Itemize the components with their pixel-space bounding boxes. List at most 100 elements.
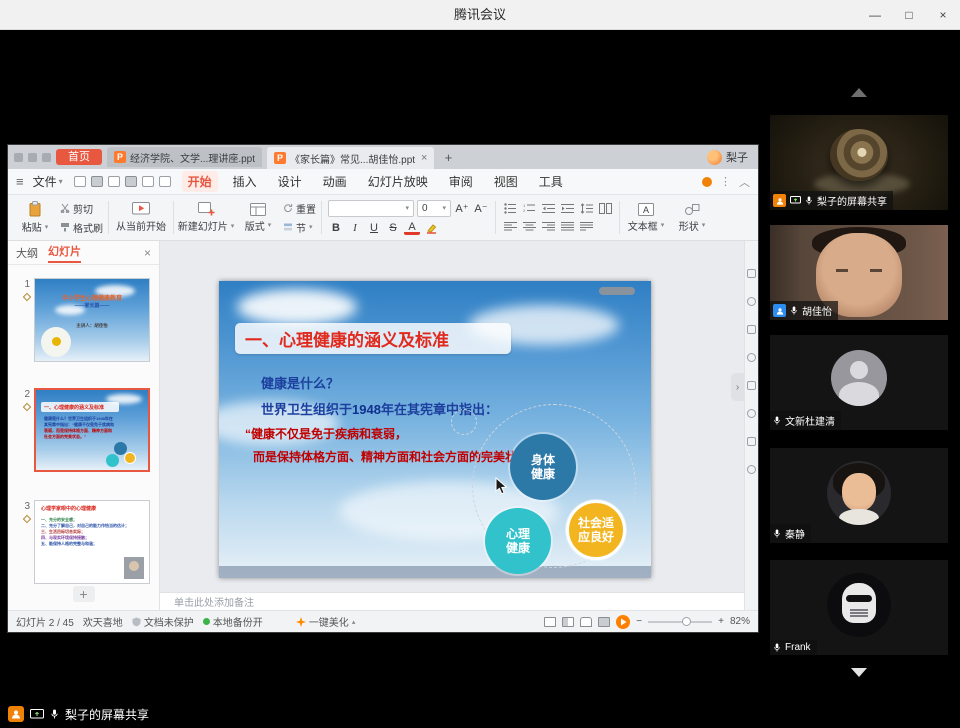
new-slide-button[interactable]: 新建幻灯片▾ — [177, 197, 235, 238]
image-pane-icon[interactable] — [747, 437, 756, 446]
doc-tab-1[interactable]: P 经济学院、文学...理讲座.ppt — [107, 147, 262, 167]
slide-thumbnail-2[interactable]: 2 一、心理健康的涵义及标准 健康是什么？世界卫生组织于1948年在 其宪章中指… — [14, 388, 150, 472]
wps-quick-icon[interactable] — [14, 153, 23, 162]
print-icon[interactable] — [108, 176, 120, 187]
preview-icon[interactable] — [125, 176, 137, 187]
zoom-in-button[interactable]: + — [718, 616, 724, 627]
notes-bar[interactable]: 单击此处添加备注 — [160, 592, 744, 610]
maximize-button[interactable]: □ — [892, 0, 926, 30]
zoom-out-button[interactable]: − — [636, 616, 642, 627]
tab-animation[interactable]: 动画 — [317, 171, 353, 192]
open-icon[interactable] — [74, 176, 86, 187]
reset-button[interactable]: 重置 — [283, 201, 316, 216]
textbox-button[interactable]: A 文本框▾ — [623, 197, 669, 238]
columns-icon[interactable] — [597, 202, 613, 216]
protection-status[interactable]: 文档未保护 — [132, 614, 194, 629]
font-color-button[interactable]: A — [404, 221, 420, 235]
help-icon[interactable] — [747, 465, 756, 474]
more-icon[interactable]: ⋮ — [720, 175, 731, 188]
tab-tools[interactable]: 工具 — [533, 171, 569, 192]
backup-status[interactable]: 本地备份开 — [203, 614, 263, 629]
wps-quick-icon[interactable] — [28, 153, 37, 162]
zoom-level[interactable]: 82% — [730, 616, 750, 627]
play-from-current-button[interactable]: 从当前开始 — [112, 197, 170, 238]
theme-name[interactable]: 欢天喜地 — [83, 614, 123, 629]
slide-thumbnail-3[interactable]: 3 心理学家眼中的心理健康 一、充分的安全感； 二、充分了解自己，对自己的能力作… — [14, 500, 150, 584]
decrease-font-button[interactable]: A⁻ — [473, 201, 489, 216]
highlight-button[interactable] — [423, 221, 439, 236]
tab-view[interactable]: 视图 — [488, 171, 524, 192]
slide-thumbnail-1[interactable]: 1 中小学生心理健康教育 ——家长篇—— 主讲人：胡佳怡 — [14, 278, 150, 362]
font-name-combobox[interactable]: ▾ — [328, 200, 414, 217]
undo-icon[interactable] — [142, 176, 154, 187]
participant-tile-trooper[interactable]: Frank — [770, 560, 948, 655]
tab-home[interactable]: 开始 — [182, 171, 218, 192]
slide-sorter-icon[interactable] — [562, 617, 574, 627]
shapes-button[interactable]: 形状▾ — [669, 197, 715, 238]
collapse-panel-toggle[interactable]: › — [731, 373, 744, 401]
underline-button[interactable]: U — [366, 221, 382, 236]
tab-design[interactable]: 设计 — [272, 171, 308, 192]
tab-slideshow[interactable]: 幻灯片放映 — [362, 171, 434, 192]
increase-font-button[interactable]: A⁺ — [454, 201, 470, 216]
normal-view-icon[interactable] — [544, 617, 556, 627]
design-pane-icon[interactable] — [747, 325, 756, 334]
play-slideshow-button[interactable] — [616, 615, 630, 629]
tab-close-icon[interactable]: × — [421, 152, 427, 164]
current-slide[interactable]: 一、心理健康的涵义及标准 健康是什么？ 世界卫生组织于1948年在其宪章中指出：… — [219, 281, 651, 578]
selection-pane-icon[interactable] — [747, 381, 756, 390]
thumbnail-image-selected[interactable]: 一、心理健康的涵义及标准 健康是什么？世界卫生组织于1948年在 其宪章中指出：… — [34, 388, 150, 472]
scroll-down-arrow[interactable] — [851, 668, 867, 677]
thumbnail-image[interactable]: 心理学家眼中的心理健康 一、充分的安全感； 二、充分了解自己，对自己的能力作恰当… — [34, 500, 150, 584]
tab-slides[interactable]: 幻灯片 — [48, 243, 81, 263]
align-center-icon[interactable] — [521, 220, 537, 234]
file-menu[interactable]: 文件 ▾ — [33, 173, 63, 190]
add-slide-button[interactable]: + — [73, 586, 95, 602]
line-spacing-icon[interactable] — [578, 202, 594, 216]
numbering-icon[interactable]: 12 — [521, 202, 537, 216]
tab-review[interactable]: 审阅 — [443, 171, 479, 192]
justify-icon[interactable] — [559, 220, 575, 234]
tab-outline[interactable]: 大纲 — [16, 245, 38, 261]
minimize-button[interactable]: — — [858, 0, 892, 30]
section-button[interactable]: 节 ▾ — [283, 220, 316, 235]
participant-tile-video[interactable]: 胡佳怡 — [770, 225, 948, 320]
paste-button[interactable]: 粘贴▾ — [12, 197, 58, 238]
save-icon[interactable] — [91, 176, 103, 187]
font-size-combobox[interactable]: 0▾ — [417, 200, 451, 217]
wps-home-tab[interactable]: 首页 — [56, 149, 102, 165]
tab-insert[interactable]: 插入 — [227, 171, 263, 192]
doc-tab-2[interactable]: P 《家长篇》常见...胡佳怡.ppt × — [267, 147, 434, 169]
wps-account[interactable]: 梨子 — [707, 149, 752, 165]
slideshow-view-icon[interactable] — [598, 617, 610, 627]
participant-tile-avatar[interactable]: 文新杜建清 — [770, 335, 948, 430]
participant-tile-photo[interactable]: 秦静 — [770, 448, 948, 543]
thumbnail-image[interactable]: 中小学生心理健康教育 ——家长篇—— 主讲人：胡佳怡 — [34, 278, 150, 362]
decrease-indent-icon[interactable] — [540, 202, 556, 216]
wps-quick-icon[interactable] — [42, 153, 51, 162]
animation-pane-icon[interactable] — [747, 297, 756, 306]
redo-icon[interactable] — [159, 176, 171, 187]
reading-view-icon[interactable] — [580, 617, 592, 627]
slide-title-box[interactable]: 一、心理健康的涵义及标准 — [235, 323, 511, 354]
new-tab-button[interactable]: + — [439, 150, 457, 165]
distribute-icon[interactable] — [578, 220, 594, 234]
align-left-icon[interactable] — [502, 220, 518, 234]
circle-mental-health[interactable]: 心理 健康 — [485, 508, 551, 574]
cut-button[interactable]: 剪切 — [60, 201, 103, 216]
zoom-slider-knob[interactable] — [682, 617, 691, 626]
scroll-up-arrow[interactable] — [851, 88, 867, 97]
align-right-icon[interactable] — [540, 220, 556, 234]
zoom-slider[interactable] — [648, 621, 712, 623]
strikethrough-button[interactable]: S — [385, 221, 401, 236]
history-icon[interactable] — [747, 409, 756, 418]
increase-indent-icon[interactable] — [559, 202, 575, 216]
italic-button[interactable]: I — [347, 221, 363, 236]
format-painter-button[interactable]: 格式刷 — [60, 220, 103, 235]
comment-pane-icon[interactable] — [747, 353, 756, 362]
bold-button[interactable]: B — [328, 221, 344, 236]
participant-tile-screen-share[interactable]: 梨子的屏幕共享 — [770, 115, 948, 210]
bullets-icon[interactable] — [502, 202, 518, 216]
circle-social-adapt[interactable]: 社会适 应良好 — [566, 500, 626, 560]
layout-button[interactable]: 版式▾ — [235, 197, 281, 238]
